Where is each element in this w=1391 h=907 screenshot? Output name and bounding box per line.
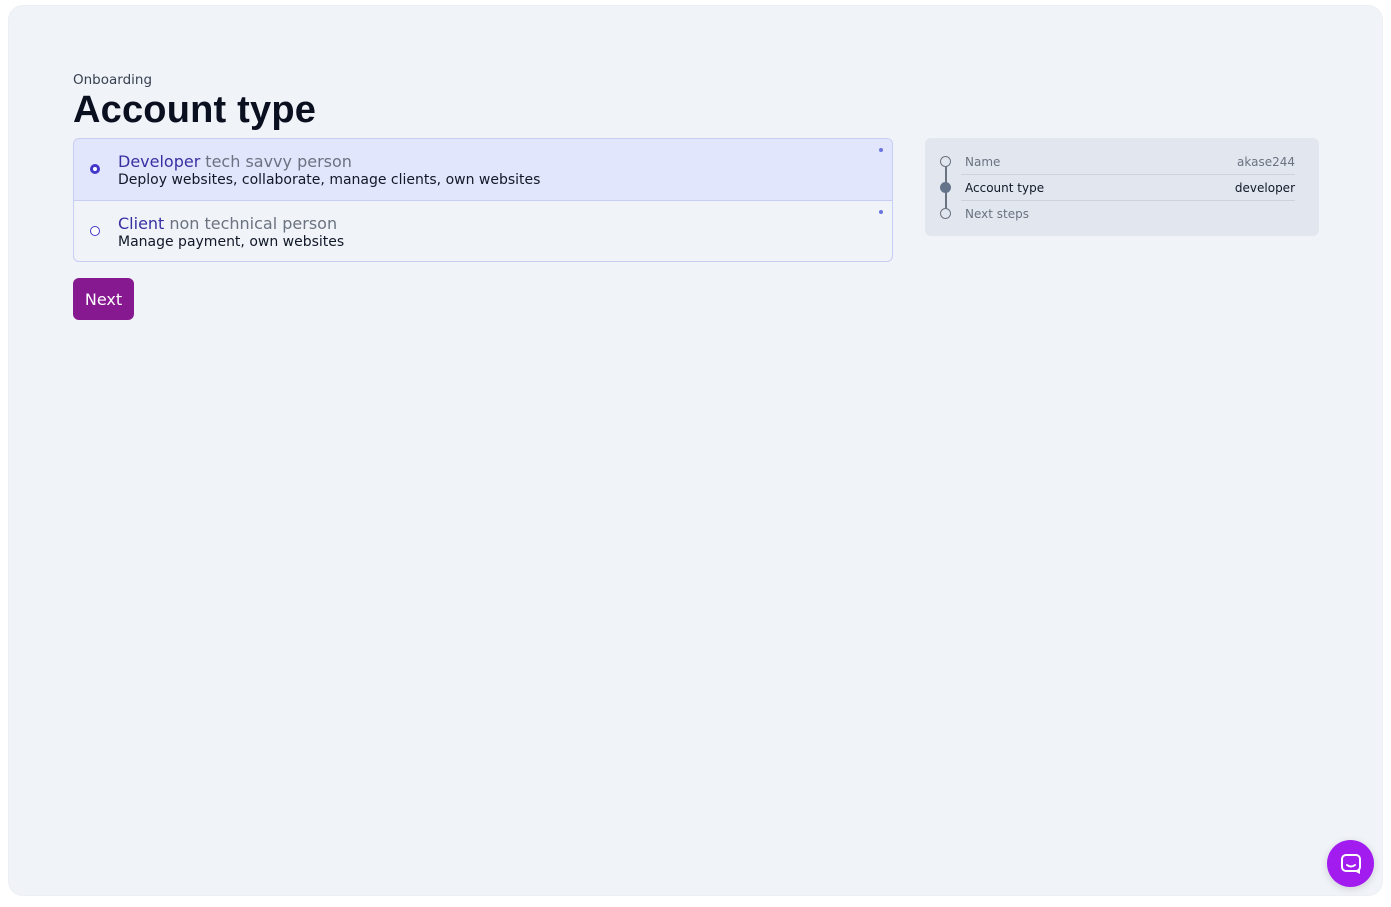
option-indicator-dot xyxy=(879,148,883,152)
option-subtitle: tech savvy person xyxy=(205,152,352,171)
app-frame: Onboarding Account type Developer tech sa… xyxy=(9,6,1382,895)
option-heading: Developer tech savvy person xyxy=(118,152,892,171)
account-type-radio-group: Developer tech savvy person Deploy websit… xyxy=(73,138,893,262)
option-indicator-dot xyxy=(879,210,883,214)
step-label: Account type xyxy=(965,180,1045,195)
step-name: Name akase244 xyxy=(940,149,1295,175)
radio-developer[interactable] xyxy=(90,164,100,174)
step-current-icon xyxy=(940,182,951,193)
step-label: Name xyxy=(965,154,1001,169)
page-title: Account type xyxy=(73,89,317,131)
step-value: developer xyxy=(1234,180,1295,195)
radio-client[interactable] xyxy=(90,226,100,236)
option-description: Manage payment, own websites xyxy=(118,234,345,250)
step-value: akase244 xyxy=(1237,154,1295,169)
onboarding-content: Onboarding Account type Developer tech sa… xyxy=(73,72,1319,320)
onboarding-progress-panel: Name akase244 Account type developer Nex… xyxy=(925,138,1319,236)
chat-launcher-button[interactable] xyxy=(1327,840,1374,887)
option-title: Developer xyxy=(118,152,201,171)
chat-bubble-icon xyxy=(1340,853,1361,874)
option-heading: Client non technical person xyxy=(118,214,892,233)
breadcrumb: Onboarding xyxy=(73,72,153,88)
step-account-type: Account type developer xyxy=(940,175,1295,201)
step-label: Next steps xyxy=(965,206,1029,221)
option-subtitle: non technical person xyxy=(169,214,338,233)
option-description: Deploy websites, collaborate, manage cli… xyxy=(118,172,541,188)
step-upcoming-icon xyxy=(940,208,951,219)
next-button[interactable]: Next xyxy=(73,278,134,320)
step-next-steps: Next steps xyxy=(940,201,1295,226)
account-option-client[interactable]: Client non technical person Manage paymen… xyxy=(74,200,892,261)
step-complete-icon xyxy=(940,156,951,167)
account-option-developer[interactable]: Developer tech savvy person Deploy websit… xyxy=(74,139,892,200)
option-title: Client xyxy=(118,214,165,233)
